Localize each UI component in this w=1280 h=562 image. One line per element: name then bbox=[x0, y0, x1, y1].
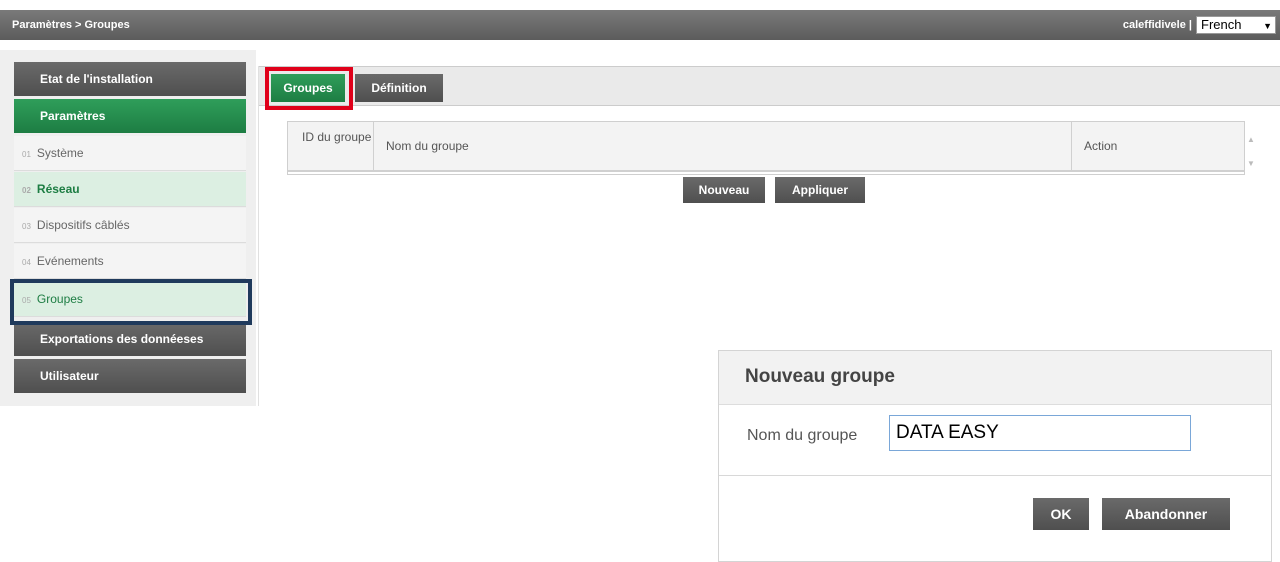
sidebar-item-events[interactable]: 04 Evénements bbox=[14, 244, 246, 279]
top-header: Paramètres > Groupes caleffidivele | Fre… bbox=[0, 10, 1280, 40]
item-label: Dispositifs câblés bbox=[36, 218, 130, 232]
item-number: 03 bbox=[22, 222, 31, 231]
table-header: ID du groupe Nom du groupe Action bbox=[288, 122, 1244, 172]
item-number: 02 bbox=[22, 186, 31, 195]
sidebar-item-user[interactable]: Utilisateur bbox=[14, 359, 246, 393]
user-name[interactable]: caleffidivele | bbox=[1123, 19, 1192, 31]
highlight-box-groups-tab bbox=[265, 67, 353, 110]
item-label: Evénements bbox=[36, 254, 104, 268]
table-scrollbar[interactable]: ▲ ▼ bbox=[1247, 128, 1257, 176]
groups-table: ID du groupe Nom du groupe Action bbox=[287, 121, 1245, 175]
highlight-box-groups bbox=[10, 279, 252, 325]
column-header-name[interactable]: Nom du groupe bbox=[374, 122, 1072, 172]
item-label: Réseau bbox=[36, 182, 80, 196]
sidebar-item-parameters[interactable]: Paramètres bbox=[14, 99, 246, 133]
dialog-title: Nouveau groupe bbox=[719, 351, 1271, 405]
group-name-label: Nom du groupe bbox=[747, 427, 858, 444]
sidebar-item-installation-status[interactable]: Etat de l'installation bbox=[14, 62, 246, 96]
apply-button[interactable]: Appliquer bbox=[775, 177, 865, 203]
tab-strip: Groupes Définition bbox=[259, 66, 1280, 106]
sidebar-item-system[interactable]: 01 Système bbox=[14, 136, 246, 171]
scroll-up-icon[interactable]: ▲ bbox=[1247, 128, 1257, 152]
item-number: 01 bbox=[22, 150, 31, 159]
column-header-id[interactable]: ID du groupe bbox=[288, 122, 374, 172]
new-group-dialog: Nouveau groupe Nom du groupe DATA EASY O… bbox=[718, 350, 1272, 562]
cancel-button[interactable]: Abandonner bbox=[1102, 498, 1230, 530]
scroll-down-icon[interactable]: ▼ bbox=[1247, 152, 1257, 176]
chevron-down-icon: ▼ bbox=[1263, 21, 1272, 31]
item-label: Système bbox=[36, 146, 84, 160]
breadcrumb: Paramètres > Groupes bbox=[12, 19, 130, 31]
new-button[interactable]: Nouveau bbox=[683, 177, 765, 203]
language-select[interactable]: French ▼ bbox=[1196, 16, 1276, 34]
ok-button[interactable]: OK bbox=[1033, 498, 1089, 530]
tab-definition[interactable]: Définition bbox=[355, 74, 443, 102]
sidebar-item-data-export[interactable]: Exportations des donnéeses bbox=[14, 322, 246, 356]
sidebar-item-network[interactable]: 02 Réseau bbox=[14, 172, 246, 207]
column-header-action[interactable]: Action bbox=[1072, 122, 1244, 172]
sidebar: Etat de l'installation Paramètres 01 Syst… bbox=[0, 50, 256, 406]
divider bbox=[719, 475, 1271, 476]
sidebar-item-wired-devices[interactable]: 03 Dispositifs câblés bbox=[14, 208, 246, 243]
group-name-input[interactable]: DATA EASY bbox=[889, 415, 1191, 451]
language-value: French bbox=[1201, 17, 1242, 32]
item-number: 04 bbox=[22, 258, 31, 267]
